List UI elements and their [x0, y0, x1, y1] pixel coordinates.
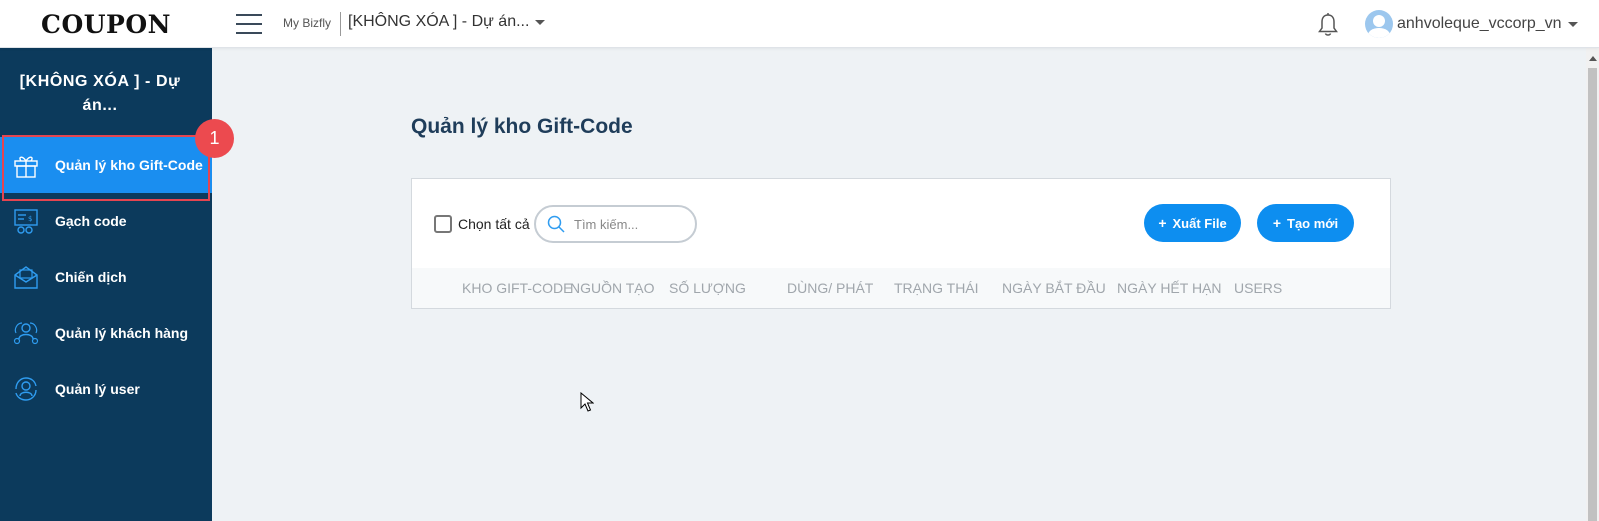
column-header[interactable]: NGUỒN TẠO	[570, 280, 655, 296]
sidebar-item-label: Quản lý kho Gift-Code	[55, 157, 203, 173]
username: anhvoleque_vccorp_vn	[1397, 15, 1562, 32]
chevron-down-icon	[535, 19, 546, 25]
scroll-thumb[interactable]	[1588, 68, 1597, 521]
sidebar-item-customers[interactable]: Quản lý khách hàng	[0, 305, 212, 361]
column-header[interactable]: DÙNG/ PHÁT	[787, 280, 873, 296]
export-file-label: Xuất File	[1172, 215, 1227, 231]
code-scratch-icon: $	[14, 209, 38, 234]
my-bizfly-link[interactable]: My Bizfly	[283, 16, 331, 30]
export-file-button[interactable]: + Xuất File	[1144, 204, 1241, 242]
sidebar-item-gift-code[interactable]: Quản lý kho Gift-Code	[0, 137, 212, 193]
search-box[interactable]	[534, 205, 697, 243]
plus-icon: +	[1272, 215, 1282, 231]
column-header[interactable]: USERS	[1234, 280, 1282, 296]
create-new-button[interactable]: + Tạo mới	[1257, 204, 1354, 242]
scroll-up-arrow-icon[interactable]	[1589, 56, 1597, 61]
svg-text:$: $	[28, 215, 32, 223]
page-title: Quản lý kho Gift-Code	[411, 115, 633, 138]
bell-icon[interactable]	[1316, 12, 1340, 38]
gift-icon	[14, 156, 38, 178]
project-selector[interactable]: [KHÔNG XÓA ] - Dự án...	[348, 13, 546, 31]
user-menu[interactable]: anhvoleque_vccorp_vn	[1365, 10, 1578, 38]
sidebar-item-label: Quản lý khách hàng	[55, 325, 189, 341]
column-header[interactable]: SỐ LƯỢNG	[669, 280, 746, 296]
create-new-label: Tạo mới	[1287, 215, 1339, 231]
select-all-checkbox[interactable]: Chọn tất cả	[434, 215, 530, 233]
vertical-scrollbar[interactable]	[1586, 48, 1599, 521]
step-badge: 1	[195, 119, 234, 158]
sidebar-item-label: Gạch code	[55, 213, 127, 229]
table-header: KHO GIFT-CODE NGUỒN TẠO SỐ LƯỢNG DÙNG/ P…	[412, 268, 1390, 308]
search-icon	[547, 215, 565, 233]
customers-icon	[13, 322, 39, 345]
divider	[340, 12, 341, 36]
column-header[interactable]: TRẠNG THÁI	[894, 280, 979, 296]
mouse-cursor-icon	[580, 392, 594, 412]
sidebar-item-label: Quản lý user	[55, 381, 140, 397]
sidebar: [KHÔNG XÓA ] - Dự án... Quản lý kho Gift…	[0, 48, 212, 521]
checkbox[interactable]	[434, 215, 452, 233]
gift-code-panel: Chọn tất cả + Xuất File + Tạo mới KHO GI…	[411, 178, 1391, 309]
hamburger-menu-icon[interactable]	[236, 14, 262, 34]
column-header[interactable]: KHO GIFT-CODE	[462, 280, 572, 296]
sidebar-item-scratch-code[interactable]: $ Gạch code	[0, 193, 212, 249]
plus-icon: +	[1158, 215, 1167, 231]
sidebar-item-user-management[interactable]: Quản lý user	[0, 361, 212, 417]
top-header: COUPON My Bizfly [KHÔNG XÓA ] - Dự án...…	[0, 0, 1599, 48]
project-name: [KHÔNG XÓA ] - Dự án...	[348, 13, 530, 30]
column-header[interactable]: NGÀY BẮT ĐẦU	[1002, 280, 1106, 296]
sidebar-item-label: Chiến dịch	[55, 269, 127, 285]
column-header[interactable]: NGÀY HẾT HẠN	[1117, 280, 1222, 296]
search-input[interactable]	[574, 216, 684, 232]
sidebar-item-campaign[interactable]: Chiến dịch	[0, 249, 212, 305]
sidebar-project-title: [KHÔNG XÓA ] - Dự án...	[19, 73, 181, 114]
app-logo[interactable]: COUPON	[0, 0, 212, 48]
campaign-icon	[14, 266, 38, 289]
user-manage-icon	[15, 377, 37, 401]
avatar	[1365, 10, 1393, 38]
select-all-label: Chọn tất cả	[458, 216, 530, 232]
chevron-down-icon	[1567, 21, 1578, 27]
